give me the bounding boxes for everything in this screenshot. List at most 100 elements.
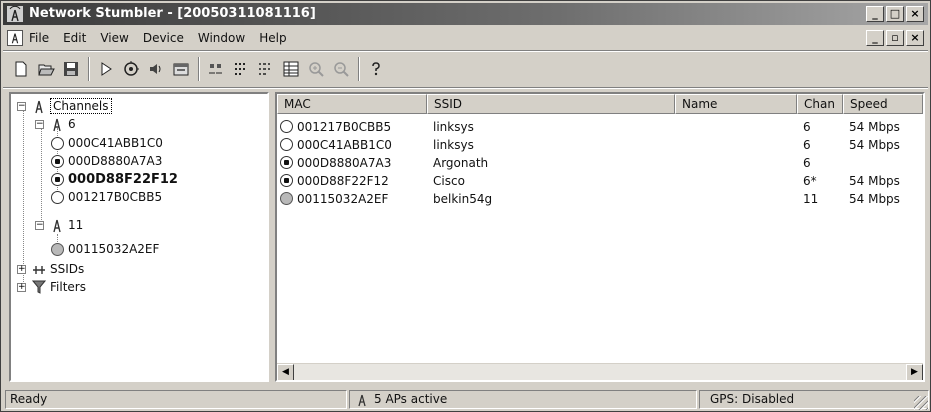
ap-encrypted-icon <box>280 174 293 187</box>
cell-mac: 00115032A2EF <box>297 191 389 206</box>
cell-ssid: linksys <box>433 119 474 134</box>
start-scan-button[interactable] <box>94 58 117 80</box>
zoom-in-button[interactable] <box>304 58 327 80</box>
menu-edit[interactable]: Edit <box>63 31 86 45</box>
document-icon[interactable] <box>7 30 23 46</box>
title-bar[interactable]: Network Stumbler - [20050311081116] _ □ … <box>3 3 928 25</box>
close-button[interactable]: × <box>906 6 924 22</box>
resize-grip[interactable] <box>914 396 928 410</box>
help-icon <box>371 62 380 76</box>
tree-node-ap[interactable]: 000C41ABB1C0 <box>51 134 163 152</box>
toolbar-separator <box>88 57 90 81</box>
cell-speed: 54 Mbps <box>849 119 900 134</box>
tree-node-ap[interactable]: 000D88F22F12 <box>51 170 178 188</box>
new-button[interactable] <box>9 58 32 80</box>
small-icons-icon <box>234 63 245 75</box>
horizontal-scrollbar[interactable]: ◀ ▶ <box>277 363 923 380</box>
cell-mac: 000D88F22F12 <box>297 173 389 188</box>
window-title: Network Stumbler - [20050311081116] <box>29 6 316 21</box>
netstumbler-window: Network Stumbler - [20050311081116] _ □ … <box>0 0 931 412</box>
collapse-toggle[interactable]: − <box>35 119 44 129</box>
sound-button[interactable] <box>144 58 167 80</box>
tree-node-ap[interactable]: 00115032A2EF <box>51 240 159 258</box>
minimize-button[interactable]: _ <box>866 6 884 22</box>
status-bar: Ready 5 APs active GPS: Disabled <box>3 388 929 410</box>
column-header-mac[interactable]: MAC <box>277 94 427 114</box>
antenna-icon <box>53 118 61 132</box>
table-row[interactable]: 001217B0CBB5 linksys 6 54 Mbps <box>277 118 923 135</box>
column-header-chan[interactable]: Chan <box>797 94 843 114</box>
menu-view[interactable]: View <box>100 31 128 45</box>
menu-device[interactable]: Device <box>143 31 184 45</box>
expand-toggle[interactable]: + <box>17 264 26 274</box>
mdi-minimize-button[interactable]: _ <box>866 30 884 46</box>
ap-open-icon <box>51 190 64 204</box>
details-view-icon <box>283 61 298 77</box>
menu-window[interactable]: Window <box>198 31 245 45</box>
expand-toggle[interactable]: + <box>17 282 26 292</box>
cell-ssid: linksys <box>433 137 474 152</box>
small-icons-button[interactable] <box>229 58 252 80</box>
maximize-button[interactable]: □ <box>886 6 904 22</box>
column-header-speed[interactable]: Speed <box>843 94 923 114</box>
toolbar-separator-line <box>3 87 928 89</box>
mdi-close-button[interactable]: × <box>906 30 924 46</box>
tree-node-channel-11[interactable]: − 11 <box>35 216 83 234</box>
antenna-icon <box>35 100 43 114</box>
table-row[interactable]: 000D88F22F12 Cisco 6* 54 Mbps <box>277 172 923 189</box>
tree-pane[interactable]: − Channels − 6 000C41ABB1C0 000D8880A7A3… <box>9 92 269 382</box>
table-row[interactable]: 000D8880A7A3 Argonath 6 <box>277 154 923 171</box>
tree-node-filters[interactable]: + Filters <box>17 278 86 296</box>
ap-encrypted-icon <box>51 154 64 168</box>
tree-node-ssids[interactable]: + SSIDs <box>17 260 84 278</box>
open-button[interactable] <box>34 58 57 80</box>
zoom-out-button[interactable] <box>329 58 352 80</box>
new-icon <box>15 61 26 77</box>
auto-config-button[interactable] <box>119 58 142 80</box>
ap-open-icon <box>280 120 293 133</box>
zoom-in-icon <box>308 62 324 77</box>
scroll-right-button[interactable]: ▶ <box>906 364 923 380</box>
status-text: Ready <box>10 392 48 406</box>
mdi-restore-button[interactable]: ▫ <box>886 30 904 46</box>
list-view-button[interactable] <box>254 58 277 80</box>
cell-chan: 6* <box>803 173 817 188</box>
open-icon <box>37 64 55 76</box>
help-button[interactable] <box>364 58 387 80</box>
save-icon <box>63 62 78 76</box>
toolbar-separator <box>198 57 200 81</box>
properties-button[interactable] <box>169 58 192 80</box>
cell-ssid: Cisco <box>433 173 465 188</box>
zoom-out-icon <box>333 62 349 77</box>
menu-separator <box>3 50 928 52</box>
speaker-icon <box>149 64 160 74</box>
ap-open-icon <box>280 138 293 151</box>
menu-file[interactable]: File <box>29 31 49 45</box>
cell-mac: 000D8880A7A3 <box>297 155 392 170</box>
column-header-ssid[interactable]: SSID <box>427 94 675 114</box>
cell-chan: 6 <box>803 119 811 134</box>
tree-node-ap[interactable]: 000D8880A7A3 <box>51 152 162 170</box>
play-icon <box>101 62 112 76</box>
tree-node-channel-6[interactable]: − 6 <box>35 115 76 133</box>
menu-help[interactable]: Help <box>259 31 286 45</box>
collapse-toggle[interactable]: − <box>35 220 44 230</box>
list-header: MAC SSID Name Chan Speed <box>277 94 923 114</box>
collapse-toggle[interactable]: − <box>17 101 26 111</box>
tree-node-channels[interactable]: − Channels <box>17 97 112 115</box>
antenna-icon <box>358 394 366 406</box>
ap-list-view[interactable]: MAC SSID Name Chan Speed 001217B0CBB5 li… <box>275 92 925 382</box>
column-header-name[interactable]: Name <box>675 94 797 114</box>
table-row[interactable]: 00115032A2EF belkin54g 11 54 Mbps <box>277 190 923 207</box>
tree-node-ap[interactable]: 001217B0CBB5 <box>51 188 162 206</box>
details-view-button[interactable] <box>279 58 302 80</box>
cell-chan: 6 <box>803 137 811 152</box>
scroll-left-button[interactable]: ◀ <box>277 364 294 380</box>
menu-bar: File Edit View Device Window Help _ ▫ × <box>3 27 928 49</box>
ap-encrypted-icon <box>280 156 293 169</box>
save-button[interactable] <box>59 58 82 80</box>
table-row[interactable]: 000C41ABB1C0 linksys 6 54 Mbps <box>277 136 923 153</box>
large-icons-button[interactable] <box>204 58 227 80</box>
cell-ssid: belkin54g <box>433 191 493 206</box>
status-ap-count: 5 APs active <box>349 390 697 409</box>
